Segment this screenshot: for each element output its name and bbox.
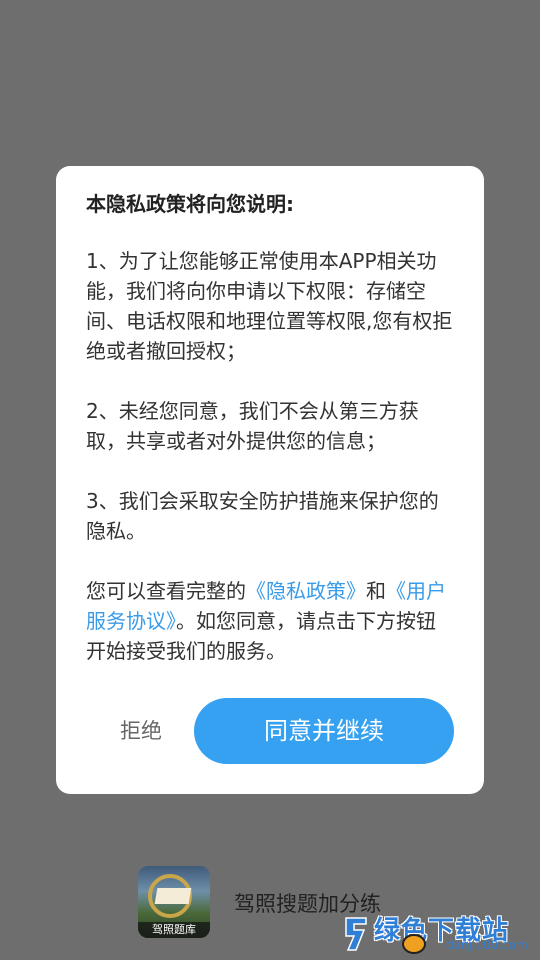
agree-continue-button[interactable]: 同意并继续: [194, 698, 454, 764]
watermark-mascot-icon: [402, 934, 426, 954]
screen: 本隐私政策将向您说明: 1、为了让您能够正常使用本APP相关功能，我们将向你申请…: [0, 0, 540, 960]
dialog-title: 本隐私政策将向您说明:: [86, 192, 294, 216]
reject-button[interactable]: 拒绝: [106, 698, 176, 764]
privacy-policy-link[interactable]: 《隐私政策》: [246, 579, 366, 603]
links-prefix: 您可以查看完整的: [86, 579, 246, 603]
watermark: 绿色下载站 danji100.com: [336, 908, 536, 958]
book-graphic: [154, 888, 192, 904]
watermark-domain: danji100.com: [446, 938, 528, 952]
app-icon: 驾照题库: [138, 866, 210, 938]
dialog-actions: 拒绝 同意并继续: [56, 698, 484, 764]
links-and: 和: [366, 579, 386, 603]
policy-item-2: 2、未经您同意，我们不会从第三方获取，共享或者对外提供您的信息；: [86, 399, 419, 453]
policy-links-paragraph: 您可以查看完整的《隐私政策》和《用户服务协议》。如您同意，请点击下方按钮开始接受…: [86, 576, 454, 666]
policy-item-1: 1、为了让您能够正常使用本APP相关功能，我们将向你申请以下权限：存储空间、电话…: [86, 249, 453, 363]
privacy-dialog: 本隐私政策将向您说明: 1、为了让您能够正常使用本APP相关功能，我们将向你申请…: [56, 166, 484, 794]
policy-item-3: 3、我们会采取安全防护措施来保护您的隐私。: [86, 489, 439, 543]
watermark-logo-icon: [345, 917, 367, 951]
app-icon-caption: 驾照题库: [138, 922, 210, 938]
